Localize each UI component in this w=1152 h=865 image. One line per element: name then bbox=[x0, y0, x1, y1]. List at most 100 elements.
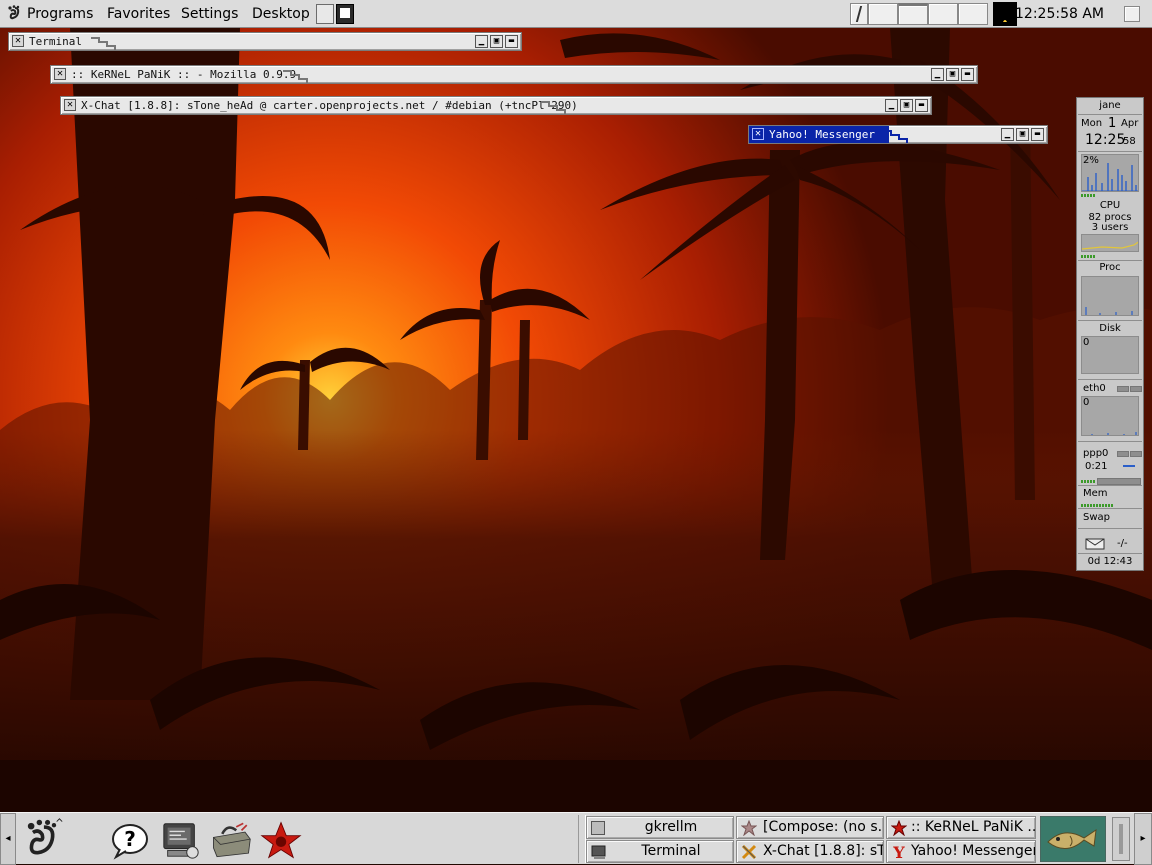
gk-month: Apr bbox=[1121, 118, 1139, 129]
terminal-maximize-button[interactable]: ▣ bbox=[490, 35, 503, 48]
mozilla-star-icon bbox=[891, 820, 907, 836]
task-label: [Compose: (no s...] bbox=[763, 819, 884, 835]
top-panel: Programs Favorites Settings Desktop 12:2… bbox=[0, 0, 1152, 28]
xchat-close-button[interactable]: ✕ bbox=[64, 99, 76, 111]
uptime: 0d 12:43 bbox=[1087, 556, 1133, 567]
help-icon[interactable]: ? bbox=[108, 819, 150, 861]
xchat-maximize-button[interactable]: ▣ bbox=[900, 99, 913, 112]
task-terminal[interactable]: Terminal bbox=[586, 840, 734, 863]
titlebar-grip-icon bbox=[91, 37, 116, 50]
workspace-4[interactable] bbox=[958, 3, 988, 25]
gkrellm-monitor[interactable]: jane Mon 1 Apr 12:25 58 2% CPU 82 procs … bbox=[1076, 97, 1144, 571]
task-gkrellm[interactable]: gkrellm bbox=[586, 816, 734, 839]
mozilla-titlebar[interactable]: ✕ :: KeRNeL PaNiK :: - Mozilla 0.9.9 ▁ ▣ ▬ bbox=[51, 66, 977, 83]
gnome-foot-icon[interactable] bbox=[6, 5, 22, 23]
mail-icon[interactable] bbox=[1085, 538, 1105, 550]
red-star-icon[interactable] bbox=[260, 819, 302, 861]
panel-corner-button[interactable] bbox=[1124, 6, 1140, 22]
window-terminal[interactable]: ✕ Terminal ▁ ▣ ▬ bbox=[8, 32, 522, 51]
pager-handle[interactable] bbox=[850, 3, 868, 25]
mozilla-minimize-button[interactable]: ▁ bbox=[931, 68, 944, 81]
task-label: X-Chat [1.8.8]: sT... bbox=[763, 843, 884, 859]
yahoo-maximize-button[interactable]: ▣ bbox=[1016, 128, 1029, 141]
fish-applet-icon[interactable] bbox=[1040, 816, 1106, 862]
terminal-icon bbox=[591, 845, 606, 859]
workspace-1[interactable] bbox=[868, 3, 898, 25]
xchat-titlebar[interactable]: ✕ X-Chat [1.8.8]: sTone_heAd @ carter.op… bbox=[61, 97, 931, 114]
gk-seconds: 58 bbox=[1123, 136, 1136, 147]
menu-settings[interactable]: Settings bbox=[181, 0, 238, 28]
menu-programs[interactable]: Programs bbox=[27, 0, 93, 28]
yahoo-titlebar[interactable]: ✕ Yahoo! Messenger bbox=[749, 126, 889, 143]
yahoo-minimize-button[interactable]: ▁ bbox=[1001, 128, 1014, 141]
terminal-close-button[interactable]: ✕ bbox=[12, 35, 24, 47]
yahoo-shade-button[interactable]: ▬ bbox=[1031, 128, 1044, 141]
xchat-shade-button[interactable]: ▬ bbox=[915, 99, 928, 112]
terminal-shade-button[interactable]: ▬ bbox=[505, 35, 518, 48]
panel-scroll-area[interactable] bbox=[1112, 817, 1130, 861]
panel-hide-left-button[interactable]: ◂ bbox=[0, 813, 16, 865]
gk-time: 12:25 bbox=[1085, 132, 1126, 148]
proc-led bbox=[1081, 255, 1095, 258]
ppp0-led bbox=[1081, 480, 1095, 483]
ppp0-label[interactable]: ppp0 bbox=[1083, 448, 1108, 459]
mem-label[interactable]: Mem bbox=[1083, 488, 1108, 499]
terminal-icon[interactable] bbox=[160, 819, 202, 861]
disk-label[interactable]: Disk bbox=[1077, 323, 1143, 334]
window-yahoo-messenger[interactable]: ✕ Yahoo! Messenger ▁ ▣ ▬ bbox=[748, 125, 1048, 144]
proc-graph bbox=[1081, 276, 1139, 316]
cpu-graph: 2% bbox=[1081, 154, 1139, 192]
cpu-percent: 2% bbox=[1083, 155, 1099, 166]
cpu-label[interactable]: CPU bbox=[1077, 200, 1143, 211]
swap-label[interactable]: Swap bbox=[1083, 512, 1110, 523]
gk-hostname: jane bbox=[1099, 100, 1121, 111]
proc-load-graph bbox=[1081, 234, 1139, 252]
mem-bar bbox=[1081, 504, 1113, 507]
proc-label[interactable]: Proc bbox=[1077, 262, 1143, 273]
yahoo-y-icon: Y bbox=[892, 844, 905, 860]
ppp0-tx-led bbox=[1130, 451, 1142, 457]
eth0-tx-led bbox=[1130, 386, 1142, 392]
task-yahoo[interactable]: Y Yahoo! Messenger bbox=[886, 840, 1036, 863]
desktop-switcher-1[interactable] bbox=[316, 4, 334, 24]
desktop-switcher-2[interactable] bbox=[336, 4, 354, 24]
task-mozilla[interactable]: :: KeRNeL PaNiK ... bbox=[886, 816, 1036, 839]
eth0-label[interactable]: eth0 bbox=[1083, 383, 1106, 394]
panel-hide-right-button[interactable]: ▸ bbox=[1134, 813, 1152, 865]
bottom-panel: ◂ ? gkrellm [Compose: (no s...] :: KeRNe… bbox=[0, 812, 1152, 865]
yahoo-title: Yahoo! Messenger bbox=[769, 128, 875, 141]
xchat-title: X-Chat [1.8.8]: sTone_heAd @ carter.open… bbox=[81, 99, 578, 112]
gnome-foot-icon[interactable] bbox=[22, 817, 64, 859]
window-mozilla[interactable]: ✕ :: KeRNeL PaNiK :: - Mozilla 0.9.9 ▁ ▣ ▬ bbox=[50, 65, 978, 84]
terminal-minimize-button[interactable]: ▁ bbox=[475, 35, 488, 48]
task-label: Yahoo! Messenger bbox=[911, 843, 1036, 859]
mozilla-close-button[interactable]: ✕ bbox=[54, 68, 66, 80]
window-xchat[interactable]: ✕ X-Chat [1.8.8]: sTone_heAd @ carter.op… bbox=[60, 96, 932, 115]
mozilla-title: :: KeRNeL PaNiK :: - Mozilla 0.9.9 bbox=[71, 68, 297, 81]
yahoo-close-button[interactable]: ✕ bbox=[752, 128, 764, 140]
svg-text:?: ? bbox=[124, 827, 136, 851]
mozilla-maximize-button[interactable]: ▣ bbox=[946, 68, 959, 81]
night-sky-icon[interactable] bbox=[993, 2, 1017, 26]
workspace-2[interactable] bbox=[898, 3, 928, 25]
disk-graph: 0 bbox=[1081, 336, 1139, 374]
tasklist-handle[interactable] bbox=[578, 815, 586, 863]
proc-graph-plot bbox=[1085, 307, 1133, 315]
menu-desktop[interactable]: Desktop bbox=[252, 0, 310, 28]
workspace-3[interactable] bbox=[928, 3, 958, 25]
titlebar-grip-icon bbox=[283, 70, 308, 83]
compose-star-icon bbox=[741, 820, 757, 836]
disk-value: 0 bbox=[1083, 337, 1090, 348]
proc-load-plot bbox=[1082, 241, 1138, 250]
terminal-titlebar[interactable]: ✕ Terminal ▁ ▣ ▬ bbox=[9, 33, 521, 50]
task-xchat[interactable]: X-Chat [1.8.8]: sT... bbox=[736, 840, 884, 863]
task-compose[interactable]: [Compose: (no s...] bbox=[736, 816, 884, 839]
svg-text:Y: Y bbox=[892, 844, 905, 860]
toolbox-icon[interactable] bbox=[210, 819, 252, 861]
menu-favorites[interactable]: Favorites bbox=[107, 0, 170, 28]
eth0-graph-plot bbox=[1091, 432, 1137, 435]
panel-clock[interactable]: 12:25:58 AM bbox=[1015, 0, 1104, 28]
xchat-minimize-button[interactable]: ▁ bbox=[885, 99, 898, 112]
mozilla-shade-button[interactable]: ▬ bbox=[961, 68, 974, 81]
cpu-led bbox=[1081, 194, 1095, 197]
